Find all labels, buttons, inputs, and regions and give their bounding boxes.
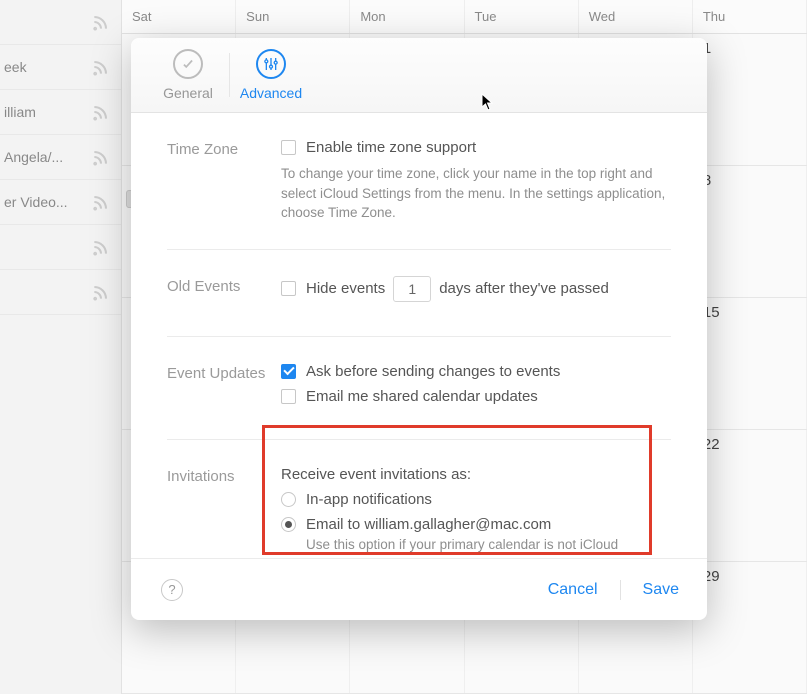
divider xyxy=(620,580,621,600)
section-time-zone: Time Zone Enable time zone support To ch… xyxy=(167,113,671,250)
sidebar-item[interactable]: eek xyxy=(0,45,121,90)
checkbox-label: Ask before sending changes to events xyxy=(306,363,560,380)
help-button[interactable]: ? xyxy=(161,579,183,601)
sidebar-item[interactable]: Angela/... xyxy=(0,135,121,180)
checkmark-icon xyxy=(173,49,203,79)
day-cell[interactable]: 29 xyxy=(693,562,807,693)
day-header: Wed xyxy=(579,0,693,33)
sliders-icon xyxy=(256,49,286,79)
checkbox-enable-time-zone[interactable] xyxy=(281,140,296,155)
day-cell[interactable]: 1 xyxy=(693,34,807,165)
section-label: Old Events xyxy=(167,276,281,310)
checkbox-label: Enable time zone support xyxy=(306,139,476,156)
day-header: Tue xyxy=(465,0,579,33)
hide-events-pre: Hide events xyxy=(306,280,385,297)
section-label: Event Updates xyxy=(167,363,281,413)
day-header-row: Sat Sun Mon Tue Wed Thu xyxy=(122,0,807,34)
cancel-button[interactable]: Cancel xyxy=(544,575,602,605)
time-zone-description: To change your time zone, click your nam… xyxy=(281,164,671,223)
day-cell[interactable]: 15 xyxy=(693,298,807,429)
tab-advanced[interactable]: Advanced xyxy=(236,49,306,101)
day-header: Sat xyxy=(122,0,236,33)
section-label: Time Zone xyxy=(167,139,281,223)
tabs-bar: General Advanced xyxy=(131,38,707,113)
sidebar-item[interactable]: illiam xyxy=(0,90,121,135)
day-cell[interactable]: 22 xyxy=(693,430,807,561)
sidebar-item[interactable] xyxy=(0,0,121,45)
sidebar-item[interactable] xyxy=(0,225,121,270)
modal-footer: ? Cancel Save xyxy=(131,558,707,620)
section-old-events: Old Events Hide events days after they'v… xyxy=(167,250,671,337)
sidebar: eek illiam Angela/... er Video... xyxy=(0,0,122,694)
day-header: Sun xyxy=(236,0,350,33)
hide-events-post: days after they've passed xyxy=(439,280,609,297)
share-icon xyxy=(91,282,111,302)
tab-label: Advanced xyxy=(236,85,306,101)
share-icon xyxy=(91,147,111,167)
tab-general[interactable]: General xyxy=(153,49,223,101)
annotation-highlight xyxy=(262,425,652,555)
checkbox-ask-before-sending[interactable] xyxy=(281,364,296,379)
checkbox-email-shared-updates[interactable] xyxy=(281,389,296,404)
sidebar-item[interactable] xyxy=(0,270,121,315)
day-header: Mon xyxy=(350,0,464,33)
day-header: Thu xyxy=(693,0,807,33)
days-input[interactable] xyxy=(393,276,431,302)
tab-label: General xyxy=(153,85,223,101)
sidebar-item[interactable]: er Video... xyxy=(0,180,121,225)
divider xyxy=(229,53,230,97)
share-icon xyxy=(91,192,111,212)
checkbox-hide-old-events[interactable] xyxy=(281,281,296,296)
share-icon xyxy=(91,12,111,32)
share-icon xyxy=(91,102,111,122)
day-cell[interactable]: 8 xyxy=(693,166,807,297)
share-icon xyxy=(91,237,111,257)
checkbox-label: Email me shared calendar updates xyxy=(306,388,538,405)
save-button[interactable]: Save xyxy=(639,575,683,605)
share-icon xyxy=(91,57,111,77)
